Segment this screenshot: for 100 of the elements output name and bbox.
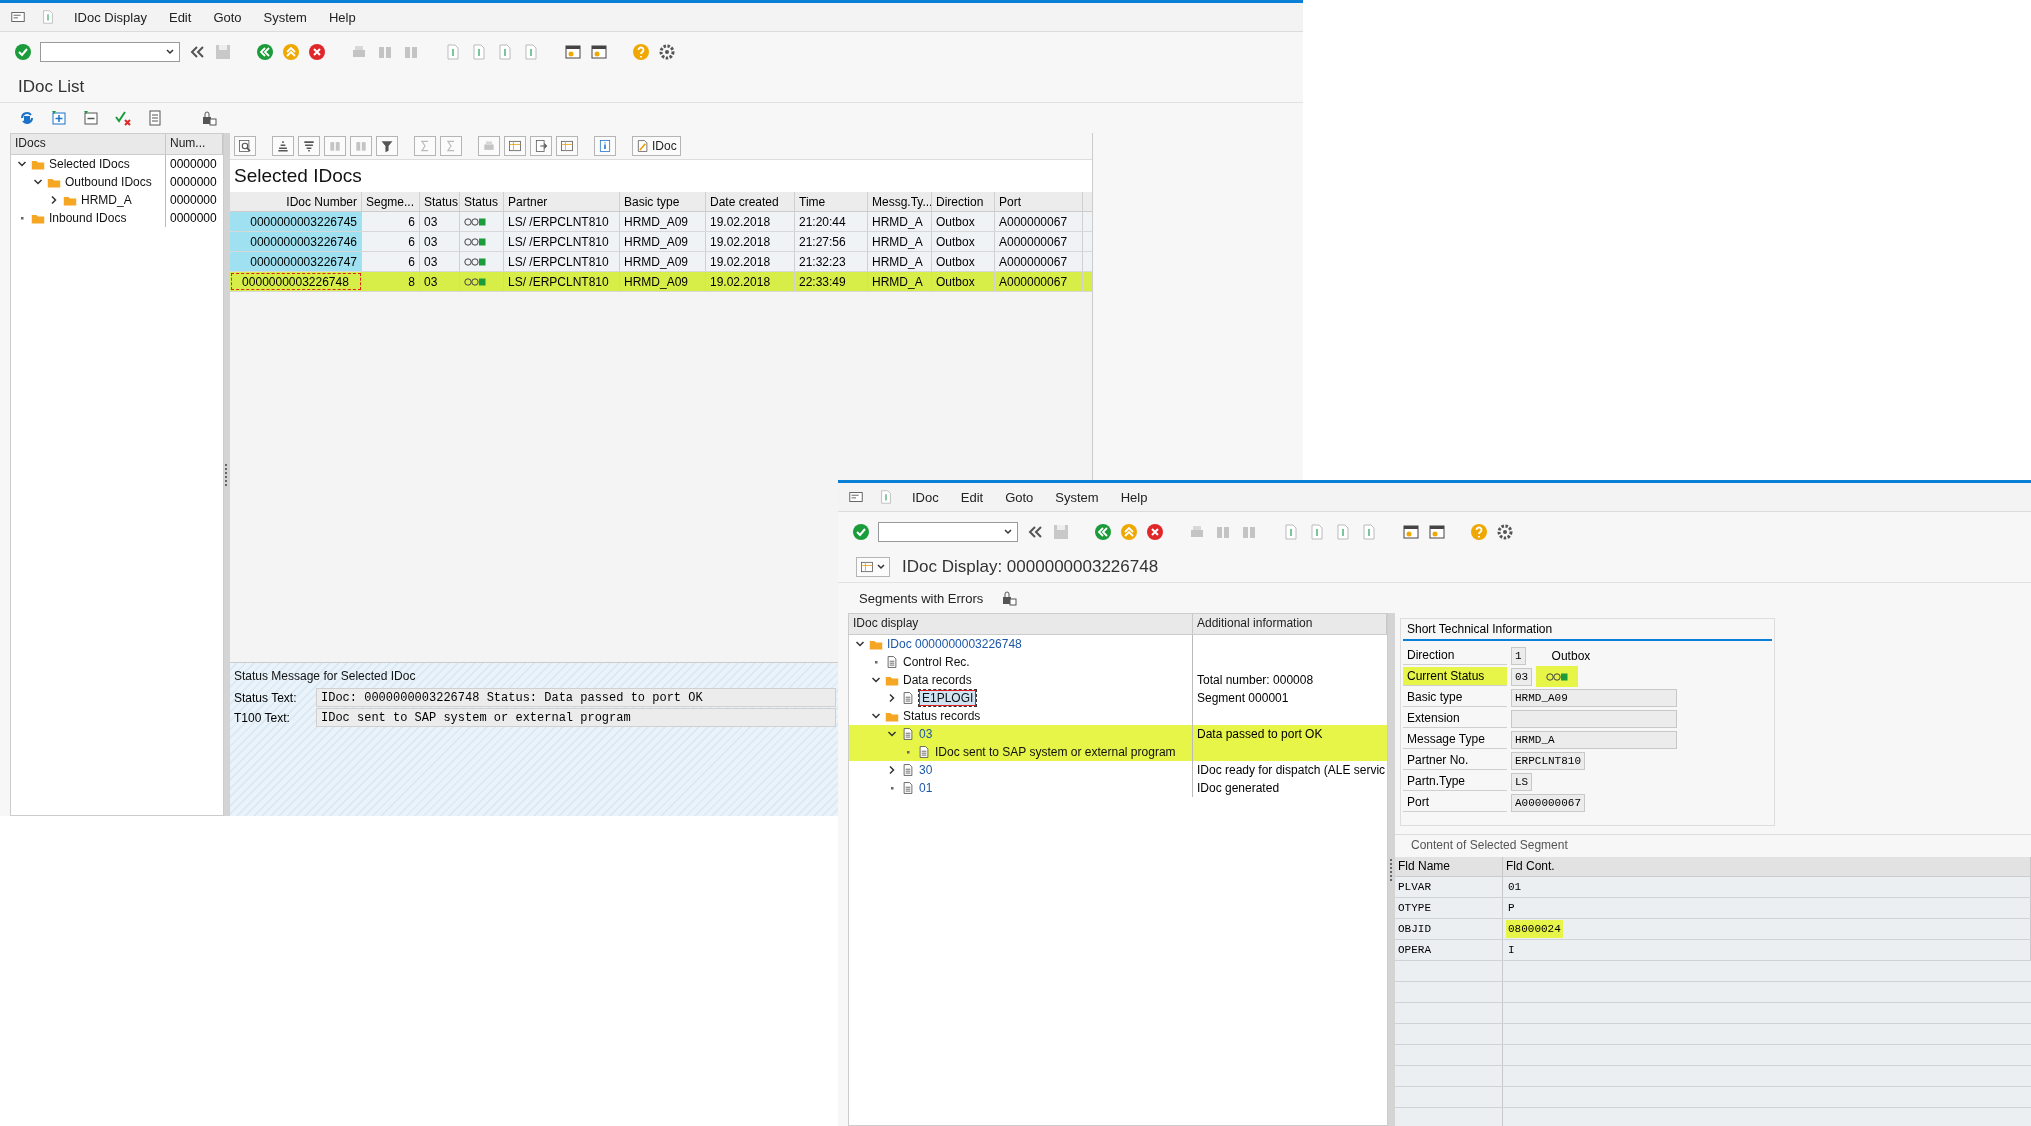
menu-icon[interactable]: [10, 9, 26, 25]
collapsed-caret-icon[interactable]: [49, 195, 59, 205]
page-icon[interactable]: [522, 43, 540, 61]
collapsed-caret-icon[interactable]: [887, 765, 897, 775]
tree-node[interactable]: E1PLOGI: [919, 690, 977, 706]
panel-title: Status Message for Selected IDoc: [233, 668, 417, 685]
grid-tool-button[interactable]: [272, 136, 294, 156]
tree-node[interactable]: Selected IDocs: [49, 157, 130, 171]
grid-tool-button[interactable]: [298, 136, 320, 156]
grid-tool-button[interactable]: [376, 136, 398, 156]
page-icon[interactable]: [1282, 523, 1300, 541]
expanded-caret-icon[interactable]: [871, 675, 881, 685]
table-row[interactable]: 0000000003226745 6 03 LS/ /ERPCLNT810 HRMD_A09 19.02.2018 21:20:44 HRMD_A Outbox A000000067: [230, 212, 1092, 232]
expanded-caret-icon[interactable]: [17, 159, 27, 169]
column-header[interactable]: Time: [795, 192, 868, 211]
exit-icon[interactable]: [282, 43, 300, 61]
column-header[interactable]: IDocs: [11, 134, 166, 154]
collapse-icon[interactable]: [82, 109, 100, 127]
table-row[interactable]: 0000000003226746 6 03 LS/ /ERPCLNT810 HRMD_A09 19.02.2018 21:27:56 HRMD_A Outbox A000000067: [230, 232, 1092, 252]
page-icon[interactable]: [1360, 523, 1378, 541]
column-header[interactable]: IDoc Number: [230, 192, 362, 211]
column-header[interactable]: Status: [460, 192, 504, 211]
command-field[interactable]: [40, 42, 180, 62]
menu-item[interactable]: Edit: [956, 487, 988, 507]
refresh-icon[interactable]: [18, 109, 36, 127]
list-icon[interactable]: [146, 109, 164, 127]
tree-node[interactable]: Data records: [903, 673, 972, 687]
table-row[interactable]: 0000000003226747 6 03 LS/ /ERPCLNT810 HRMD_A09 19.02.2018 21:32:23 HRMD_A Outbox A000000067: [230, 252, 1092, 272]
window-icon[interactable]: [1428, 523, 1446, 541]
window-icon[interactable]: [1402, 523, 1420, 541]
tree-node[interactable]: Status records: [903, 709, 981, 723]
menu-item[interactable]: System: [259, 7, 311, 27]
column-header[interactable]: Partner: [504, 192, 620, 211]
page-icon[interactable]: [444, 43, 462, 61]
expanded-caret-icon[interactable]: [871, 711, 881, 721]
menu-item[interactable]: Goto: [209, 7, 246, 27]
dropdown-caret-icon[interactable]: [165, 47, 175, 57]
column-header[interactable]: Segme...: [362, 192, 420, 211]
help-icon[interactable]: [1470, 523, 1488, 541]
tree-node[interactable]: IDoc 0000000003226748: [887, 637, 1022, 651]
gear-icon[interactable]: [658, 43, 676, 61]
display-menu-button[interactable]: [856, 557, 890, 577]
tree-node[interactable]: Inbound IDocs: [49, 211, 127, 225]
lock-icon[interactable]: [200, 109, 218, 127]
exit-icon[interactable]: [1120, 523, 1138, 541]
tree-node[interactable]: HRMD_A: [81, 193, 132, 207]
column-header[interactable]: Num...: [166, 134, 223, 154]
gear-icon[interactable]: [1496, 523, 1514, 541]
column-header[interactable]: Date created: [706, 192, 795, 211]
menu-item[interactable]: Goto: [1001, 487, 1038, 507]
menu-item[interactable]: Edit: [164, 7, 196, 27]
expanded-caret-icon[interactable]: [33, 177, 43, 187]
column-header[interactable]: Direction: [932, 192, 995, 211]
column-header[interactable]: Basic type: [620, 192, 706, 211]
tree-node[interactable]: 01: [919, 781, 933, 795]
page-icon[interactable]: [1334, 523, 1352, 541]
page-icon[interactable]: [496, 43, 514, 61]
tree-node[interactable]: Control Rec.: [903, 655, 970, 669]
back-icon[interactable]: [256, 43, 274, 61]
command-field[interactable]: [878, 522, 1018, 542]
window-icon[interactable]: [564, 43, 582, 61]
grid-tool-button[interactable]: [504, 136, 526, 156]
lock-icon[interactable]: [1000, 589, 1019, 607]
grid-tool-button[interactable]: [556, 136, 578, 156]
grid-tool-button[interactable]: [594, 136, 616, 156]
column-header[interactable]: IDoc display: [849, 614, 1193, 634]
check-icon[interactable]: [14, 43, 32, 61]
grid-tool-button[interactable]: [530, 136, 552, 156]
tree-node[interactable]: 30: [919, 763, 933, 777]
tree-node[interactable]: 03: [919, 727, 933, 741]
tree-node[interactable]: Outbound IDocs: [65, 175, 152, 189]
check-cross-icon[interactable]: [114, 109, 132, 127]
menu-item[interactable]: System: [1051, 487, 1103, 507]
window-icon[interactable]: [590, 43, 608, 61]
collapsed-caret-icon[interactable]: [887, 693, 897, 703]
page-icon[interactable]: [470, 43, 488, 61]
column-header[interactable]: Additional information: [1193, 614, 1387, 634]
page-icon[interactable]: [1308, 523, 1326, 541]
help-icon[interactable]: [632, 43, 650, 61]
column-header[interactable]: Port: [995, 192, 1083, 211]
dropdown-caret-icon[interactable]: [1003, 527, 1013, 537]
expand-icon[interactable]: [50, 109, 68, 127]
menu-item[interactable]: IDoc Display: [70, 7, 151, 27]
column-header[interactable]: Messg.Ty...: [868, 192, 932, 211]
expanded-caret-icon[interactable]: [887, 729, 897, 739]
dropdown-caret-icon[interactable]: [876, 562, 886, 572]
cancel-icon[interactable]: [308, 43, 326, 61]
cancel-icon[interactable]: [1146, 523, 1164, 541]
grid-tool-button[interactable]: IDoc: [632, 136, 681, 156]
table-row[interactable]: 0000000003226748 8 03 LS/ /ERPCLNT810 HRMD_A09 19.02.2018 22:33:49 HRMD_A Outbox A000000067: [230, 272, 1092, 292]
back-icon[interactable]: [1094, 523, 1112, 541]
expanded-caret-icon[interactable]: [855, 639, 865, 649]
grid-tool-button[interactable]: [234, 136, 256, 156]
menu-icon[interactable]: [848, 489, 864, 505]
segments-with-errors-button[interactable]: Segments with Errors: [856, 588, 987, 608]
menu-item[interactable]: IDoc: [908, 487, 943, 507]
check-icon[interactable]: [852, 523, 870, 541]
menu-item[interactable]: Help: [1116, 487, 1152, 507]
menu-item[interactable]: Help: [324, 7, 360, 27]
column-header[interactable]: Status: [420, 192, 460, 211]
